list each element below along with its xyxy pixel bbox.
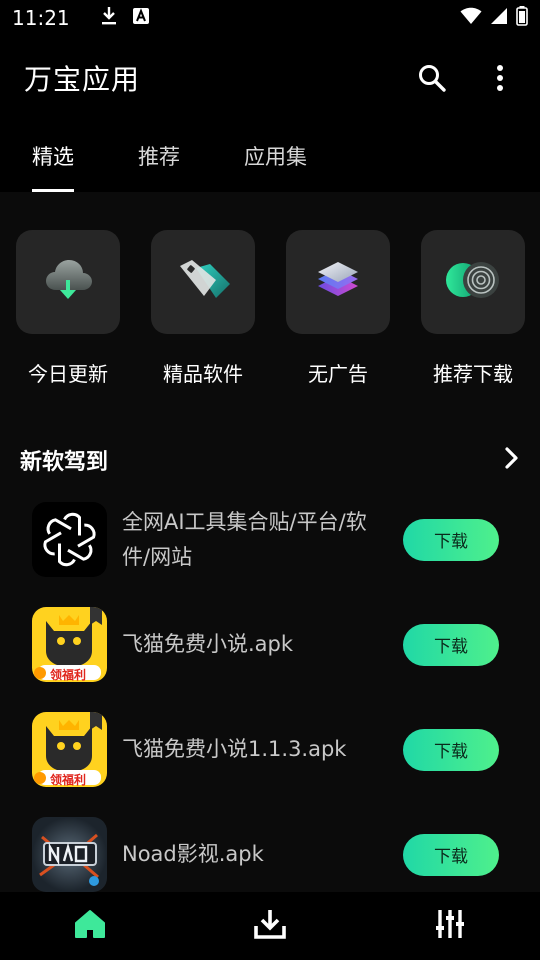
- list-item[interactable]: 领福利 飞猫免费小说1.1.3.apk 下载: [0, 697, 540, 802]
- main-content: 今日更新 精品软件 无广告 推荐下载 新软驾到 全网AI工具集合贴/平台/软件/…: [0, 192, 540, 892]
- list-item[interactable]: 领福利 飞猫免费小说.apk 下载: [0, 592, 540, 697]
- signal-icon: [490, 7, 508, 29]
- category-tile[interactable]: [16, 230, 120, 334]
- cat-novel-icon: 领福利: [32, 607, 107, 682]
- category-no-ads[interactable]: 无广告: [286, 230, 390, 387]
- status-time: 11:21: [12, 6, 70, 30]
- tab-bar: 精选 推荐 应用集: [0, 120, 540, 192]
- tag-icon: [172, 254, 234, 310]
- tab-featured[interactable]: 精选: [32, 120, 74, 192]
- download-tray-icon: [253, 908, 287, 944]
- tab-label: 推荐: [138, 145, 180, 169]
- app-name: 全网AI工具集合贴/平台/软件/网站: [122, 509, 367, 569]
- app-name: 飞猫免费小说.apk: [122, 632, 294, 656]
- category-premium-software[interactable]: 精品软件: [151, 230, 255, 387]
- list-item[interactable]: 全网AI工具集合贴/平台/软件/网站 下载: [0, 487, 540, 592]
- category-label: 今日更新: [28, 362, 108, 386]
- home-icon: [74, 909, 106, 943]
- chevron-right-icon[interactable]: [504, 446, 520, 474]
- category-label: 无广告: [308, 362, 368, 386]
- nav-home[interactable]: [60, 896, 120, 956]
- noad-video-icon: [32, 817, 107, 892]
- download-button[interactable]: 下载: [403, 518, 499, 561]
- battery-icon: [516, 6, 528, 30]
- wifi-icon: [460, 7, 482, 29]
- nav-downloads[interactable]: [240, 896, 300, 956]
- app-bar: 万宝应用: [0, 36, 540, 120]
- equalizer-icon: [435, 908, 465, 944]
- tab-app-collections[interactable]: 应用集: [244, 120, 307, 192]
- toggle-target-icon: [443, 258, 503, 306]
- category-recommended-downloads[interactable]: 推荐下载: [421, 230, 525, 387]
- category-tile[interactable]: [151, 230, 255, 334]
- search-icon[interactable]: [416, 62, 448, 94]
- app-list: 全网AI工具集合贴/平台/软件/网站 下载 领福利 飞猫免费小说.apk 下载: [0, 487, 540, 892]
- list-item[interactable]: Noad影视.apk 下载: [0, 802, 540, 892]
- tab-label: 精选: [32, 145, 74, 169]
- more-vert-icon[interactable]: [484, 62, 516, 94]
- app-name: Noad影视.apk: [122, 842, 264, 866]
- category-label: 推荐下载: [433, 362, 513, 386]
- cat-novel-icon: 领福利: [32, 712, 107, 787]
- nav-settings[interactable]: [420, 896, 480, 956]
- app-icon-badge: 领福利: [50, 668, 87, 682]
- category-label: 精品软件: [163, 362, 243, 386]
- status-bar: 11:21: [0, 0, 540, 36]
- category-today-updates[interactable]: 今日更新: [16, 230, 120, 387]
- app-name: 飞猫免费小说1.1.3.apk: [122, 737, 347, 761]
- app-title: 万宝应用: [24, 63, 141, 96]
- download-button[interactable]: 下载: [403, 623, 499, 666]
- bottom-nav: [0, 892, 540, 960]
- section-header: 新软驾到: [0, 443, 540, 477]
- category-row: 今日更新 精品软件 无广告 推荐下载: [0, 230, 540, 387]
- layers-icon: [310, 252, 366, 312]
- section-title: 新软驾到: [20, 450, 109, 475]
- download-icon: [100, 5, 118, 31]
- download-button[interactable]: 下载: [403, 833, 499, 876]
- category-tile[interactable]: [286, 230, 390, 334]
- text-a-icon: [132, 7, 150, 29]
- openai-logo-icon: [32, 502, 107, 577]
- app-icon-badge: 领福利: [50, 773, 87, 787]
- download-button[interactable]: 下载: [403, 728, 499, 771]
- cloud-download-icon: [42, 254, 94, 310]
- tab-recommended[interactable]: 推荐: [138, 120, 180, 192]
- tab-label: 应用集: [244, 145, 307, 169]
- category-tile[interactable]: [421, 230, 525, 334]
